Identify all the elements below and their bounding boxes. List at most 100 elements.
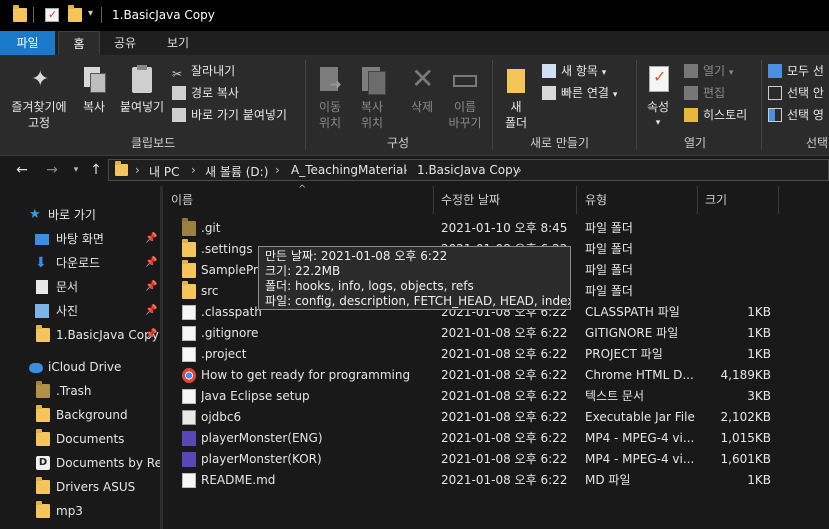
file-size: 1,601KB xyxy=(720,452,771,466)
table-row[interactable]: ojdbc6 2021-01-08 오후 6:22 Executable Jar F… xyxy=(164,407,829,428)
select-none-label: 선택 안 xyxy=(787,86,824,100)
sidebar-item-documents-by-readdle[interactable]: D Documents by Rea xyxy=(0,452,160,474)
breadcrumb-this-pc[interactable]: 내 PC xyxy=(149,163,179,180)
tab-share[interactable]: 공유 xyxy=(104,31,146,55)
folder-icon xyxy=(182,260,196,278)
properties-quick-icon[interactable]: ✓ xyxy=(45,8,59,22)
tooltip-files: 파일: config, description, FETCH_HEAD, HEA… xyxy=(265,294,571,308)
move-to-button[interactable]: ➜ 이동 위치 xyxy=(312,65,348,131)
open-button[interactable]: 열기 ▾ xyxy=(684,62,733,79)
pin-to-quick-access-button[interactable]: ✦ 즐겨찾기에 고정 xyxy=(4,65,74,131)
copy-path-button[interactable]: 경로 복사 xyxy=(172,84,239,101)
paste-button[interactable]: 붙여넣기 xyxy=(117,65,167,115)
file-type: Executable Jar File xyxy=(585,410,695,424)
folder-info-tooltip: 만든 날짜: 2021-01-08 오후 6:22 크기: 22.2MB 폴더:… xyxy=(258,246,571,310)
group-label-select: 선택 xyxy=(806,136,829,150)
table-row[interactable]: How to get ready for programming 2021-01-… xyxy=(164,365,829,386)
forward-arrow-icon[interactable]: → xyxy=(43,161,61,179)
navigation-pane-scrollbar[interactable] xyxy=(160,186,163,529)
table-row[interactable]: README.md 2021-01-08 오후 6:22 MD 파일 1KB xyxy=(164,470,829,491)
sidebar-item-documents[interactable]: 문서 📌 xyxy=(0,276,160,298)
file-date: 2021-01-08 오후 6:22 xyxy=(441,410,568,424)
sidebar-item-background[interactable]: Background xyxy=(0,404,160,426)
table-row[interactable]: .gitignore 2021-01-08 오후 6:22 GITIGNORE 파일… xyxy=(164,323,829,344)
sidebar-item-trash[interactable]: .Trash xyxy=(0,380,160,402)
breadcrumb-current-folder[interactable]: 1.BasicJava Copy xyxy=(417,163,520,177)
divider xyxy=(492,60,493,150)
tab-home[interactable]: 홈 xyxy=(58,31,100,55)
cut-button[interactable]: ✂ 잘라내기 xyxy=(172,62,235,81)
sidebar-item-mp3[interactable]: mp3 xyxy=(0,500,160,522)
properties-button[interactable]: ✓ 속성 ▾ xyxy=(640,65,676,131)
back-arrow-icon[interactable]: ← xyxy=(13,161,31,179)
recent-locations-chevron-icon[interactable]: ▾ xyxy=(67,161,85,179)
column-header-size[interactable]: 크기 xyxy=(705,191,727,208)
paste-shortcut-button[interactable]: 바로 가기 붙여넣기 xyxy=(172,106,287,123)
sidebar-item-drivers-asus[interactable]: Drivers ASUS xyxy=(0,476,160,498)
column-header-date[interactable]: 수정한 날짜 xyxy=(441,191,500,208)
file-type: Chrome HTML D... xyxy=(585,368,694,382)
breadcrumb-separator-icon: › xyxy=(403,163,408,177)
new-folder-label: 새 xyxy=(510,100,522,114)
file-name: README.md xyxy=(201,473,276,487)
table-row[interactable]: .git 2021-01-10 오후 8:45 파일 폴더 xyxy=(164,218,829,239)
tab-file[interactable]: 파일 xyxy=(0,31,55,55)
sidebar-item-documents-icloud[interactable]: Documents xyxy=(0,428,160,450)
tooltip-size: 크기: 22.2MB xyxy=(265,264,341,278)
folder-icon xyxy=(36,381,50,398)
divider xyxy=(33,7,34,23)
file-icon xyxy=(182,305,196,320)
sidebar-item-downloads[interactable]: ⬇ 다운로드 📌 xyxy=(0,252,160,274)
file-name: How to get ready for programming xyxy=(201,368,411,382)
table-row[interactable]: .project 2021-01-08 오후 6:22 PROJECT 파일 1KB xyxy=(164,344,829,365)
folder-icon xyxy=(182,281,196,299)
move-to-label-2: 위치 xyxy=(318,116,342,130)
desktop-icon xyxy=(35,234,49,245)
copy-to-button[interactable]: 복사 위치 xyxy=(354,65,390,131)
copy-label: 복사 xyxy=(82,100,106,114)
new-folder-button[interactable]: 새 폴더 xyxy=(499,65,533,131)
file-type: 텍스트 문서 xyxy=(585,389,645,403)
sidebar-item-pictures[interactable]: 사진 📌 xyxy=(0,300,160,322)
column-header-type[interactable]: 유형 xyxy=(585,191,607,208)
sidebar-item-basicjava-copy[interactable]: 1.BasicJava Copy 📌 xyxy=(0,324,160,346)
edit-button[interactable]: 편집 xyxy=(684,84,725,101)
divider xyxy=(636,60,637,150)
table-row[interactable]: playerMonster(ENG) 2021-01-08 오후 6:22 MP4 … xyxy=(164,428,829,449)
sidebar-item-desktop[interactable]: 바탕 화면 📌 xyxy=(0,228,160,250)
new-item-button[interactable]: 새 항목 ▾ xyxy=(542,62,606,79)
copy-icon xyxy=(80,65,108,95)
window-title: 1.BasicJava Copy xyxy=(112,8,215,22)
easy-access-button[interactable]: 빠른 연결 ▾ xyxy=(542,84,617,101)
select-all-button[interactable]: 모두 선 xyxy=(768,62,824,79)
table-row[interactable]: playerMonster(KOR) 2021-01-08 오후 6:22 MP4 … xyxy=(164,449,829,470)
group-label-clipboard: 클립보드 xyxy=(131,136,176,150)
folder-icon xyxy=(36,405,50,422)
tab-view[interactable]: 보기 xyxy=(157,31,199,55)
breadcrumb-separator-icon: › xyxy=(191,163,196,177)
delete-button[interactable]: ✕ 삭제 xyxy=(404,65,440,115)
address-bar[interactable]: › 내 PC › 새 볼륨 (D:) › A_TeachingMaterial … xyxy=(108,159,829,181)
copy-button[interactable]: 복사 xyxy=(77,65,111,115)
delete-label: 삭제 xyxy=(410,100,434,114)
chevron-down-icon: ▾ xyxy=(728,68,734,78)
history-button[interactable]: 히스토리 xyxy=(684,106,747,123)
file-name: Java Eclipse setup xyxy=(201,389,310,403)
new-folder-quick-icon[interactable] xyxy=(68,5,82,22)
breadcrumb-teaching-material[interactable]: A_TeachingMaterial xyxy=(291,163,407,177)
rename-button[interactable]: 이름 바꾸기 xyxy=(445,65,485,131)
quick-access-header[interactable]: ★ 바로 가기 xyxy=(0,204,160,226)
table-row[interactable]: Java Eclipse setup 2021-01-08 오후 6:22 텍스트 … xyxy=(164,386,829,407)
customize-toolbar-chevron-icon[interactable]: ▾ xyxy=(88,8,93,19)
file-size: 1,015KB xyxy=(720,431,771,445)
up-arrow-icon[interactable]: ↑ xyxy=(87,161,105,179)
column-header-name[interactable]: 이름 xyxy=(171,191,193,208)
invert-selection-button[interactable]: 선택 영 xyxy=(768,106,824,123)
open-icon xyxy=(684,64,698,78)
copy-to-label: 복사 xyxy=(360,100,384,114)
download-icon: ⬇ xyxy=(35,255,47,271)
sidebar-item-icloud-drive[interactable]: iCloud Drive xyxy=(0,356,160,378)
divider xyxy=(761,60,762,150)
select-none-button[interactable]: 선택 안 xyxy=(768,84,824,101)
breadcrumb-drive-d[interactable]: 새 볼륨 (D:) xyxy=(205,163,268,180)
